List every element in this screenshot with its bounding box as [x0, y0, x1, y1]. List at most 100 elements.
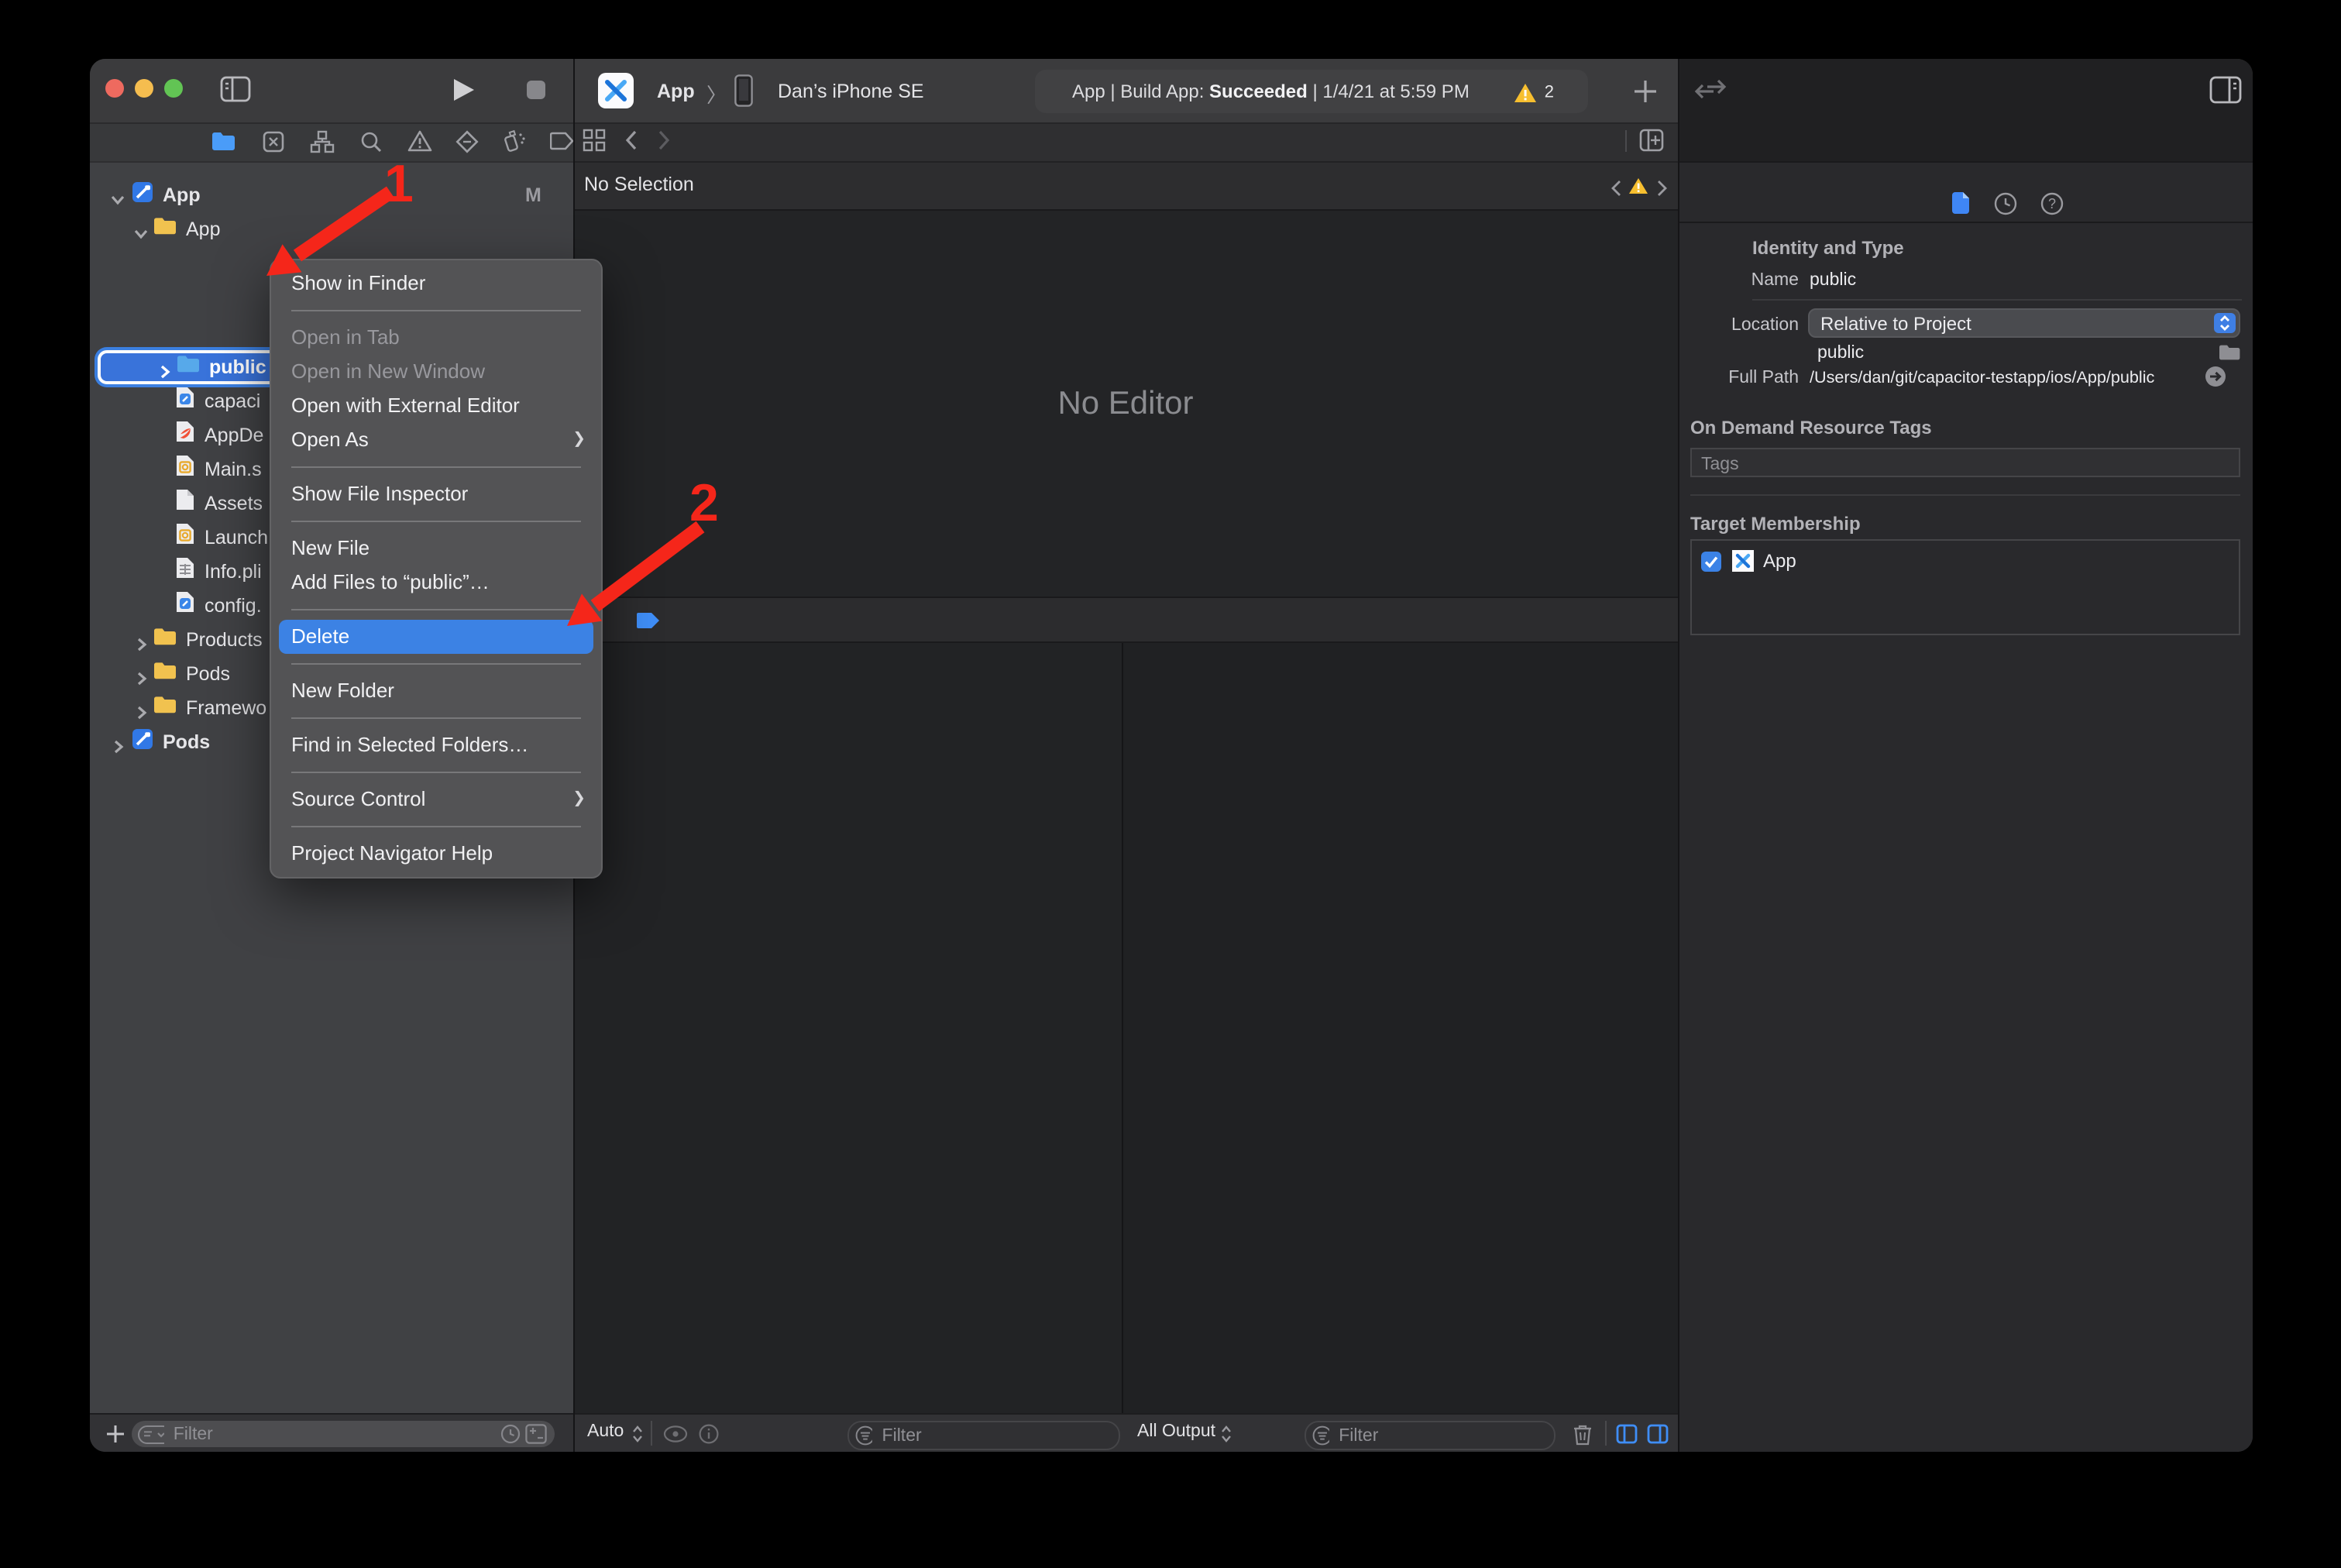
disclosure-right-icon[interactable]: [156, 359, 172, 375]
location-value: Relative to Project: [1820, 313, 1971, 335]
back-icon[interactable]: [624, 130, 638, 158]
variables-filter-field[interactable]: [847, 1421, 1120, 1450]
choose-folder-icon[interactable]: [2219, 344, 2240, 361]
quick-help-tab-icon[interactable]: ?: [2040, 192, 2064, 215]
debug-pane-divider[interactable]: [1122, 643, 1123, 1452]
console-view[interactable]: [1123, 643, 1678, 1413]
code-review-icon[interactable]: [1693, 79, 1727, 112]
menu-separator: [271, 654, 601, 674]
console-filter-input[interactable]: [1336, 1425, 1554, 1446]
close-button[interactable]: [105, 79, 124, 98]
variables-view[interactable]: [573, 643, 1123, 1413]
history-inspector-tab-icon[interactable]: [1994, 192, 2017, 215]
disclosure-right-icon[interactable]: [110, 734, 125, 750]
divider: [651, 1421, 652, 1446]
eye-icon[interactable]: [663, 1425, 688, 1442]
debug-navigator-tab-icon[interactable]: [500, 129, 527, 161]
test-navigator-tab-icon[interactable]: [455, 130, 479, 161]
menu-item-find-in-selected-folders[interactable]: Find in Selected Folders…: [271, 728, 601, 762]
navigator-filter-field[interactable]: [132, 1421, 555, 1447]
info-icon[interactable]: [699, 1424, 719, 1444]
file-inspector-tab-icon[interactable]: [1951, 191, 1971, 215]
odr-header: On Demand Resource Tags: [1690, 417, 1932, 438]
run-button[interactable]: [452, 77, 476, 110]
inspector-panel: ? Identity and Type Name public Location…: [1678, 161, 2253, 1452]
name-label: Name: [1690, 271, 1799, 290]
tree-item-label: App: [163, 184, 201, 206]
variables-scope-select[interactable]: Auto: [587, 1422, 624, 1441]
disclosure-right-icon[interactable]: [133, 700, 149, 716]
updown-chevrons-icon: [1221, 1425, 1232, 1442]
target-membership-row[interactable]: App: [1701, 550, 1796, 572]
filter-options-icon[interactable]: [138, 1425, 164, 1443]
previous-issue-icon[interactable]: [1610, 177, 1622, 205]
xcode-project-icon: [132, 727, 153, 757]
navigator-filter-input[interactable]: [170, 1423, 500, 1445]
menu-item-open-with-external-editor[interactable]: Open with External Editor: [271, 389, 601, 423]
folder-icon: [153, 626, 177, 654]
zoom-button[interactable]: [164, 79, 183, 98]
disclosure-down-icon[interactable]: [110, 187, 125, 203]
warning-badge[interactable]: 2: [1514, 79, 1554, 107]
odr-tags-field[interactable]: [1690, 448, 2240, 477]
warning-count: 2: [1545, 84, 1554, 102]
tree-item-label: config.: [205, 595, 262, 617]
app-scheme-icon[interactable]: [598, 73, 634, 116]
minimize-button[interactable]: [135, 79, 153, 98]
menu-item-open-as[interactable]: Open As: [271, 423, 601, 457]
tree-item-label: Products: [186, 629, 263, 651]
tree-item-label: Framewo: [186, 697, 266, 719]
menu-item-new-folder[interactable]: New Folder: [271, 674, 601, 708]
tree-item-label: capaci: [205, 390, 260, 412]
add-file-plus-icon[interactable]: [105, 1424, 125, 1444]
menu-separator: [271, 301, 601, 321]
editor-head-divider: [1625, 130, 1627, 152]
jump-bar-warning-icon[interactable]: [1628, 175, 1648, 203]
activity-viewer[interactable]: App | Build App: Succeeded | 1/4/21 at 5…: [1035, 70, 1588, 113]
next-issue-icon[interactable]: [1656, 177, 1669, 205]
console-scope-select[interactable]: All Output: [1137, 1422, 1215, 1441]
menu-item-source-control[interactable]: Source Control: [271, 782, 601, 817]
target-membership-header: Target Membership: [1690, 513, 1861, 535]
sidebar-toggle-icon[interactable]: [220, 76, 251, 110]
editor-header: [573, 122, 1678, 163]
target-membership-box: App: [1690, 539, 2240, 635]
debug-bar: [573, 597, 1678, 643]
disclosure-right-icon[interactable]: [133, 666, 149, 682]
forward-icon[interactable]: [657, 130, 671, 158]
jump-bar-selection[interactable]: No Selection: [584, 174, 694, 195]
disclosure-right-icon[interactable]: [133, 632, 149, 648]
run-destination[interactable]: Dan’s iPhone SE: [778, 81, 924, 102]
library-plus-icon[interactable]: [1633, 79, 1658, 112]
find-navigator-tab-icon[interactable]: [359, 130, 383, 161]
console-filter-field[interactable]: [1305, 1421, 1556, 1450]
editor-inspector-divider[interactable]: [1678, 59, 1679, 1452]
odr-tags-input[interactable]: [1692, 452, 2253, 478]
updown-chevrons-icon: [632, 1425, 643, 1442]
scheme-name[interactable]: App: [657, 81, 695, 102]
build-status-suffix: | 1/4/21 at 5:59 PM: [1308, 81, 1470, 102]
checkbox-checked-icon[interactable]: [1701, 551, 1721, 571]
source-control-status-icon[interactable]: [525, 1424, 547, 1444]
variables-pane-toggle-icon[interactable]: [1616, 1424, 1638, 1444]
recent-files-clock-icon[interactable]: [500, 1424, 521, 1444]
annotation-arrow-1: [248, 163, 434, 302]
xcode-project-icon: [132, 181, 153, 210]
variables-filter-input[interactable]: [879, 1425, 1119, 1446]
disclosure-down-icon[interactable]: [133, 222, 149, 237]
project-navigator-tab[interactable]: [211, 130, 235, 160]
stop-button[interactable]: [527, 81, 545, 99]
related-items-icon[interactable]: [583, 129, 606, 160]
open-path-arrow-icon[interactable]: [2205, 366, 2226, 387]
menu-item-project-navigator-help[interactable]: Project Navigator Help: [271, 837, 601, 871]
source-control-tab-icon[interactable]: [262, 130, 285, 161]
inspector-toggle-icon[interactable]: [2209, 76, 2242, 112]
location-dropdown[interactable]: Relative to Project: [1808, 308, 2240, 338]
filter-funnel-icon: [855, 1425, 873, 1446]
desktop: App 〉 Dan’s iPhone SE App | Build App: S…: [0, 0, 2341, 1568]
console-pane-toggle-icon[interactable]: [1647, 1424, 1669, 1444]
symbol-navigator-tab-icon[interactable]: [310, 130, 335, 161]
breakpoint-navigator-tab-icon[interactable]: [550, 130, 575, 160]
clear-console-trash-icon[interactable]: [1573, 1422, 1593, 1446]
add-editor-icon[interactable]: [1639, 129, 1664, 160]
